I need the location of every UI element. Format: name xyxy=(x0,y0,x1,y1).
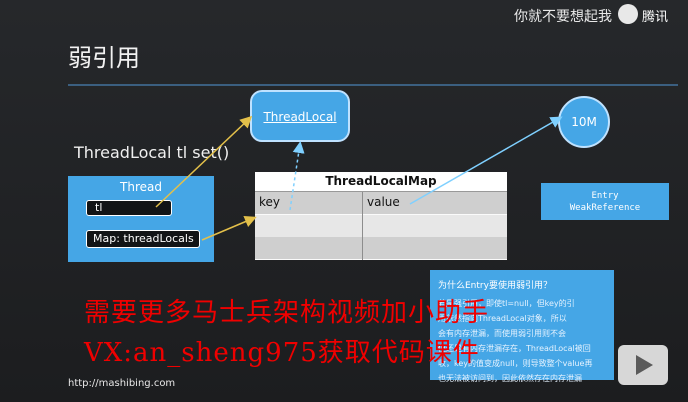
note-line: 也无法被访问到，因此依然存在内存泄漏 xyxy=(438,374,582,383)
map-key-cell: key xyxy=(259,195,281,209)
memory-node: 10M xyxy=(558,96,610,148)
thread-tl-field: tl xyxy=(86,200,172,216)
map-value-cell: value xyxy=(367,195,400,209)
table-row: key value xyxy=(255,192,507,214)
promo-overlay-line-1: 需要更多马士兵架构视频加小助手 xyxy=(84,298,490,328)
table-row xyxy=(255,237,507,259)
thread-object: Thread tl Map: threadLocals xyxy=(68,176,214,262)
watermark-caption: 你就不要想起我 xyxy=(514,9,612,25)
threadlocal-node: ThreadLocal xyxy=(250,90,350,142)
note-question: 为什么Entry要使用弱引用？ xyxy=(438,281,552,291)
slide-title: 弱引用 xyxy=(68,44,140,72)
weakreference-label: WeakReference xyxy=(569,203,641,213)
map-table-title: ThreadLocalMap xyxy=(255,172,507,192)
player-logo-icon xyxy=(618,4,638,24)
footer-url: http://mashibing.com xyxy=(68,378,176,389)
video-frame: 你就不要想起我 腾讯 弱引用 ThreadLocal tl set() Thre… xyxy=(0,0,688,402)
thread-map-field: Map: threadLocals xyxy=(86,230,200,248)
threadlocalmap-table: ThreadLocalMap key value xyxy=(255,172,507,260)
title-divider xyxy=(68,84,678,86)
entry-weakreference-box: Entry WeakReference xyxy=(541,183,669,220)
table-row xyxy=(255,215,507,237)
play-icon xyxy=(636,355,653,375)
column-divider xyxy=(362,192,363,260)
promo-overlay-line-2: VX:an_sheng975获取代码课件 xyxy=(84,338,480,368)
watermark-brand: 腾讯 xyxy=(642,10,669,25)
entry-label: Entry xyxy=(591,191,619,201)
memory-label: 10M xyxy=(571,115,597,129)
play-button[interactable] xyxy=(618,345,668,385)
code-call-label: ThreadLocal tl set() xyxy=(74,143,230,162)
thread-title: Thread xyxy=(120,180,162,194)
threadlocal-label: ThreadLocal xyxy=(263,110,337,124)
